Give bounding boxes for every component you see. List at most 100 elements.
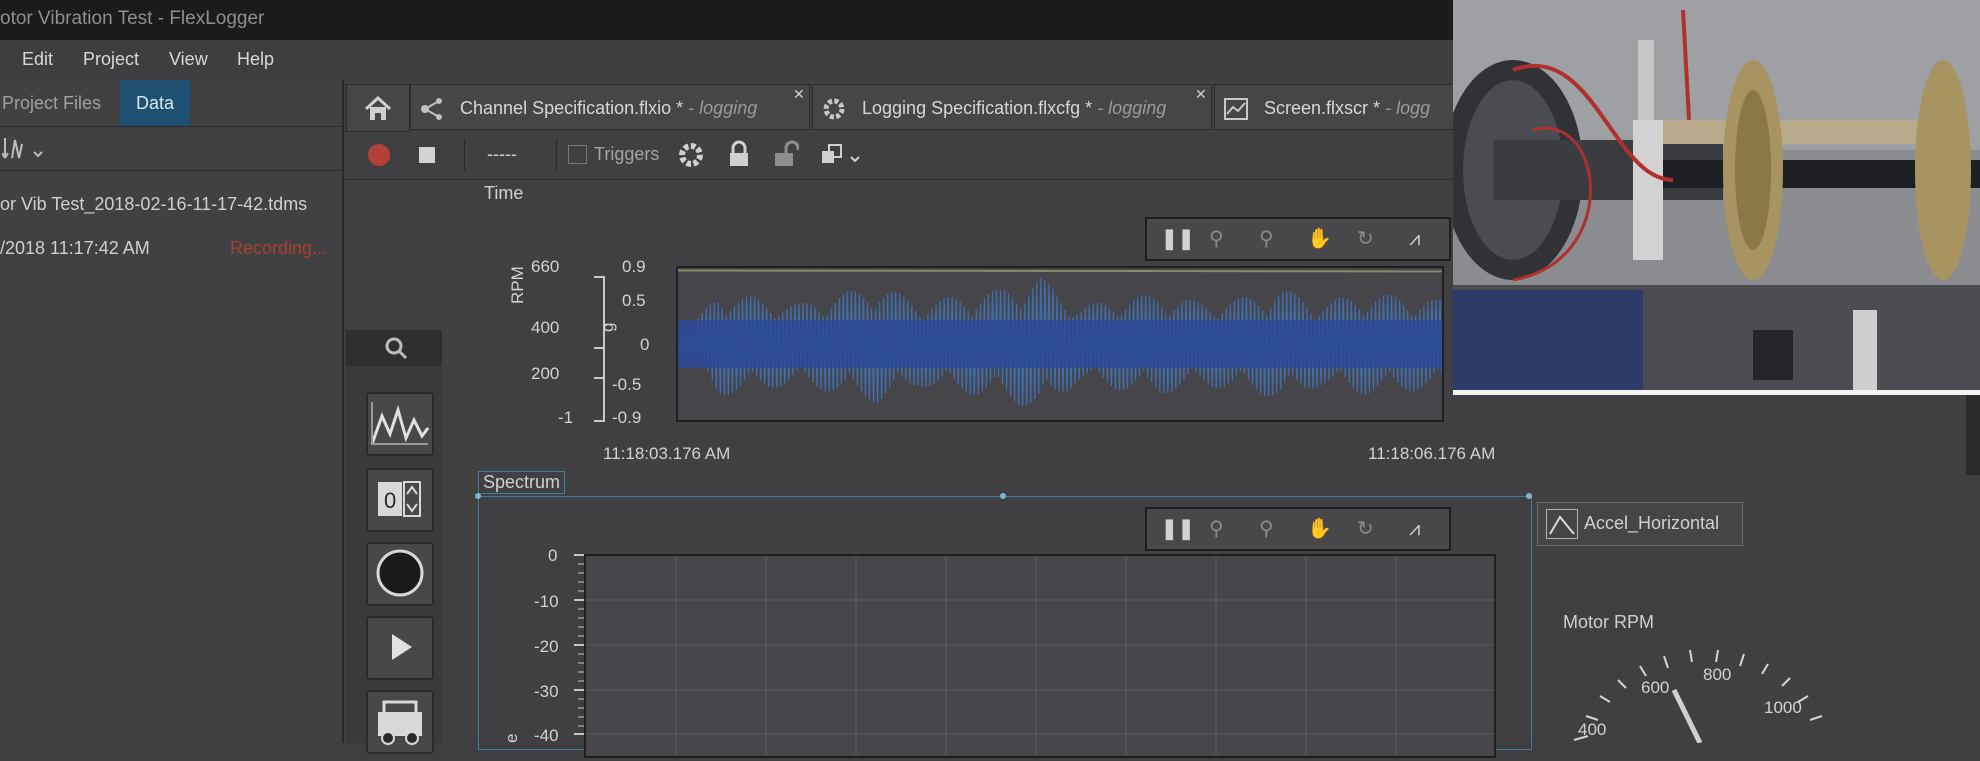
time-graph-plot[interactable]: [676, 266, 1444, 422]
reset-icon[interactable]: ↻: [1357, 509, 1374, 549]
tab-screen-label: Screen.flxscr *: [1264, 98, 1381, 118]
resize-handle[interactable]: [1000, 493, 1006, 499]
spectrum-graph-plot[interactable]: [584, 554, 1496, 758]
spectrum-y-tick: -20: [534, 637, 559, 656]
home-tab[interactable]: [346, 84, 410, 132]
settings-icon[interactable]: [677, 141, 705, 174]
autoscale-icon[interactable]: ⩘: [1409, 509, 1420, 549]
gauge-tick: 600: [1641, 678, 1670, 697]
close-icon[interactable]: ✕: [1195, 87, 1207, 101]
rpm-trace: [677, 269, 1443, 273]
triggers-label: Triggers: [594, 144, 660, 164]
reset-icon[interactable]: ↻: [1357, 219, 1374, 259]
led-control-item[interactable]: [366, 542, 434, 606]
zoom-icon[interactable]: ⚲: [1209, 219, 1224, 259]
spectrum-grid: [586, 556, 1494, 756]
spectrum-y-tick: -40: [534, 726, 559, 745]
lock-icon[interactable]: [727, 140, 751, 173]
home-icon: [363, 96, 393, 121]
palette-search[interactable]: [346, 330, 442, 366]
rpm-tick: 400: [531, 318, 560, 337]
tab-project-files[interactable]: Project Files: [0, 80, 120, 126]
canvas-scrollbar[interactable]: [1966, 395, 1980, 475]
left-panel: Project Files Data or Vib Test_2018-02-1…: [0, 80, 344, 743]
gauge-needle: [1671, 688, 1703, 745]
led-icon: [368, 549, 432, 606]
zoom-icon[interactable]: ⚲: [1209, 509, 1224, 549]
vibration-waveform: [677, 269, 1443, 407]
left-panel-toolbar: [0, 126, 342, 171]
numeric-control-item[interactable]: 0: [366, 468, 434, 532]
recording-status: Recording...: [230, 238, 328, 258]
x-end-time: 11:18:06.176 AM: [1368, 444, 1496, 463]
screen-chart-icon: [1223, 98, 1254, 121]
menu-edit[interactable]: Edit: [22, 49, 53, 70]
x-start-time: 11:18:03.176 AM: [603, 444, 731, 463]
legend-plot-icon: [1546, 509, 1578, 539]
arrange-icon[interactable]: [820, 141, 862, 174]
menu-view[interactable]: View: [169, 49, 208, 70]
graph-control-item[interactable]: [366, 392, 434, 456]
tab-channel-specification[interactable]: Channel Specification.flxio * - logging …: [410, 84, 810, 130]
pan-icon[interactable]: ✋: [1307, 219, 1332, 259]
rpm-tick: 660: [531, 257, 560, 276]
spectrum-graph-label[interactable]: Spectrum: [478, 471, 566, 494]
tab-screen-suffix: - logg: [1385, 98, 1431, 118]
spectrum-graph-toolbar: ❚❚ ⚲ ⚲ ✋ ↻ ⩘: [1145, 507, 1451, 551]
spectrum-legend[interactable]: Accel_Horizontal: [1537, 502, 1743, 546]
autoscale-icon[interactable]: ⩘: [1409, 219, 1420, 259]
tab-data[interactable]: Data: [120, 80, 190, 126]
record-button[interactable]: [368, 144, 390, 166]
search-icon: [384, 336, 408, 365]
tab-channel-specification-label: Channel Specification.flxio *: [460, 98, 684, 118]
g-tick: 0.9: [622, 257, 646, 276]
pan-icon[interactable]: ✋: [1307, 509, 1332, 549]
log-start-time: /2018 11:17:42 AM: [0, 238, 150, 258]
tab-logging-specification[interactable]: Logging Specification.flxcfg * - logging…: [812, 84, 1212, 130]
image-control-item[interactable]: [366, 690, 434, 754]
unlock-icon[interactable]: [773, 140, 800, 173]
window-title: otor Vibration Test - FlexLogger: [0, 8, 265, 29]
rpm-axis-label: RPM: [508, 266, 527, 304]
button-control-item[interactable]: [366, 616, 434, 680]
triggers-checkbox[interactable]: [568, 145, 587, 164]
numeric-icon: 0: [368, 481, 432, 532]
tab-logging-specification-label: Logging Specification.flxcfg *: [862, 98, 1093, 118]
gauge-tick: 400: [1578, 720, 1607, 739]
vehicle-icon: [368, 700, 432, 754]
test-rig-photo: [1453, 0, 1980, 395]
pause-icon[interactable]: ❚❚: [1161, 219, 1195, 259]
data-file-name[interactable]: or Vib Test_2018-02-16-11-17-42.tdms: [0, 194, 307, 215]
resize-handle[interactable]: [475, 493, 481, 499]
legend-series-name: Accel_Horizontal: [1584, 513, 1720, 533]
time-graph-toolbar: ❚❚ ⚲ ⚲ ✋ ↻ ⩘: [1145, 217, 1451, 261]
play-icon: [368, 634, 432, 680]
menu-help[interactable]: Help: [237, 49, 274, 70]
g-tick: -0.5: [612, 375, 642, 394]
channel-icon: [419, 98, 450, 121]
tab-channel-specification-suffix: - logging: [688, 98, 758, 118]
spectrum-y-tick: 0: [548, 546, 558, 565]
g-tick: -0.9: [612, 408, 642, 427]
svg-text:0: 0: [384, 488, 396, 513]
spectrum-y-axis-label: e: [502, 733, 521, 743]
graph-icon: [368, 402, 432, 456]
pause-icon[interactable]: ❚❚: [1161, 509, 1195, 549]
control-palette: 0: [346, 330, 442, 754]
resize-handle[interactable]: [1526, 493, 1532, 499]
menu-project[interactable]: Project: [83, 49, 139, 70]
rpm-tick: -1: [558, 408, 574, 427]
waveform-core-band: [678, 320, 1442, 368]
close-icon[interactable]: ✕: [793, 87, 805, 101]
rpm-tick: 200: [531, 364, 560, 383]
tab-logging-specification-suffix: - logging: [1097, 98, 1167, 118]
gear-icon: [821, 98, 852, 120]
time-graph-label: Time: [484, 183, 524, 203]
zoom-x-icon[interactable]: ⚲: [1259, 509, 1274, 549]
left-panel-tabs: Project Files Data: [0, 80, 342, 127]
sort-icon[interactable]: [1, 134, 46, 167]
rpm-axis: [592, 276, 606, 427]
zoom-x-icon[interactable]: ⚲: [1259, 219, 1274, 259]
g-axis-label: g: [598, 322, 617, 332]
stop-button[interactable]: [419, 147, 435, 163]
